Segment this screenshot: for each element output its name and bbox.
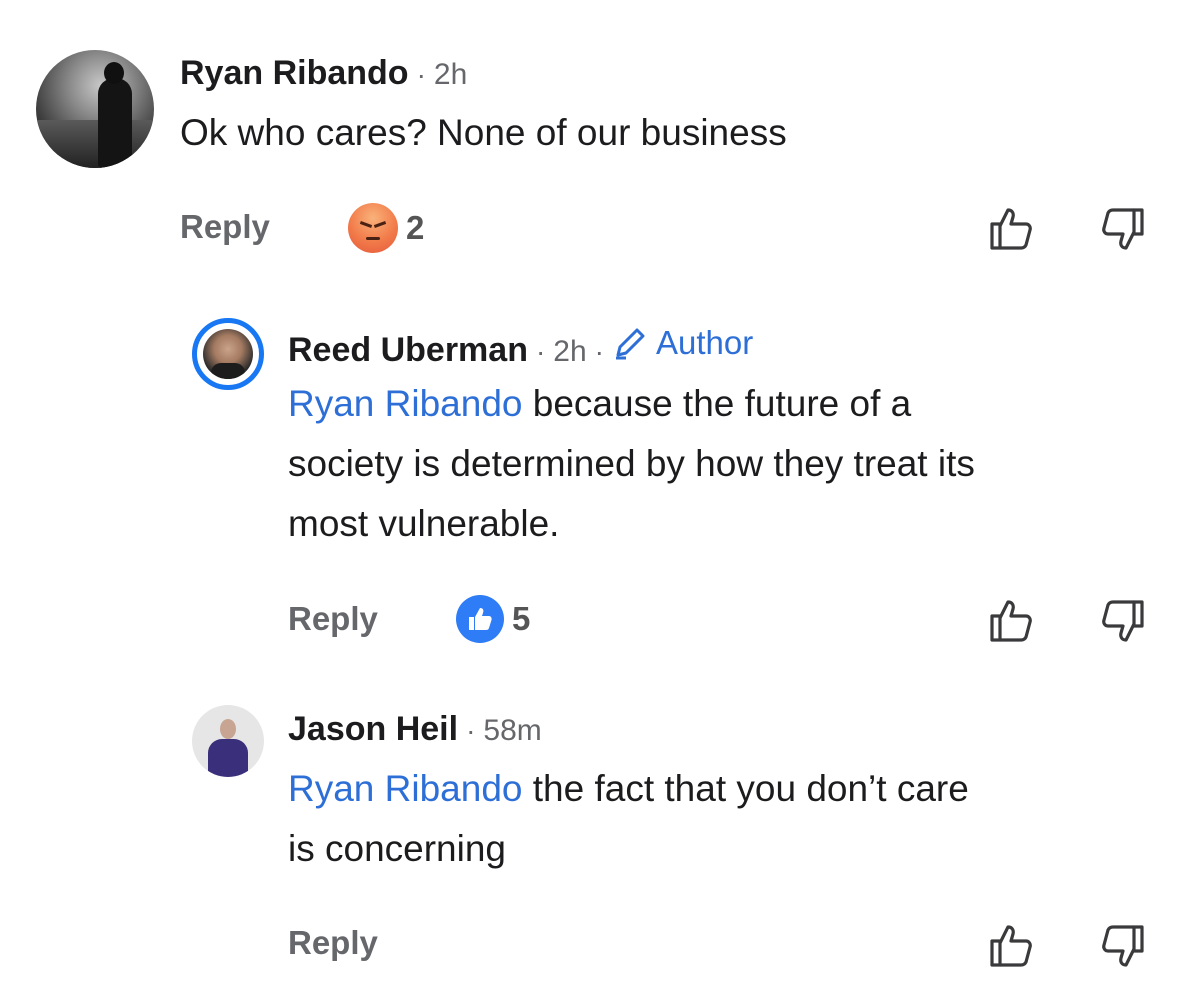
avatar-figure [98, 62, 132, 168]
thumbs-down-icon[interactable] [1100, 923, 1148, 971]
reply-button[interactable]: Reply [180, 208, 270, 246]
avatar-figure [208, 739, 248, 777]
separator: · [594, 336, 604, 367]
pencil-icon [616, 328, 645, 360]
thumbs-up-icon[interactable] [986, 204, 1034, 252]
author-badge: Author [612, 324, 753, 362]
commenter-name[interactable]: Reed Uberman [288, 331, 528, 370]
reaction-count: 5 [512, 600, 531, 637]
comment-line: is concerning [288, 828, 507, 869]
comment-body: Ok who cares? None of our business [180, 112, 787, 153]
avatar[interactable] [36, 50, 154, 168]
reply-button[interactable]: Reply [288, 924, 378, 962]
thumbs-down-icon[interactable] [1100, 206, 1148, 254]
commenter-name[interactable]: Jason Heil [288, 710, 458, 749]
reaction-count: 2 [406, 209, 425, 246]
thumbs-up-icon[interactable] [986, 921, 1034, 969]
comment-text: Ryan Ribando because the future of a soc… [288, 374, 1168, 554]
comment-header: Reed Uberman · 2h · Author [288, 324, 753, 370]
comment-line: Ryan Ribando because the future of a [288, 374, 1168, 434]
reply-button[interactable]: Reply [288, 600, 378, 638]
comment-line: society is determined by how they treat … [288, 443, 975, 484]
comment-timestamp[interactable]: 2h [553, 335, 586, 369]
angry-emoji-icon [348, 203, 398, 253]
separator: · [466, 715, 476, 746]
thumbs-down-icon[interactable] [1100, 598, 1148, 646]
mention-link[interactable]: Ryan Ribando [288, 768, 522, 809]
avatar-head [220, 719, 236, 739]
comment-text: Ok who cares? None of our business [180, 103, 787, 163]
like-reaction-icon [456, 595, 504, 643]
comment-line: most vulnerable. [288, 503, 560, 544]
reaction-summary[interactable]: 5 [456, 595, 530, 643]
avatar-background [36, 120, 154, 168]
thumbs-up-icon[interactable] [986, 596, 1034, 644]
comment-body: the fact that you don’t care [522, 768, 969, 809]
avatar[interactable] [192, 705, 264, 777]
comment-timestamp[interactable]: 58m [483, 714, 541, 748]
comment-line: Ryan Ribando the fact that you don’t car… [288, 759, 1168, 819]
comment-body: because the future of a [522, 383, 912, 424]
avatar[interactable] [203, 329, 253, 379]
separator: · [416, 59, 426, 90]
mention-link[interactable]: Ryan Ribando [288, 383, 522, 424]
comment-timestamp[interactable]: 2h [434, 58, 467, 92]
comment-header: Jason Heil · 58m [288, 710, 542, 749]
separator: · [535, 336, 546, 367]
reaction-summary[interactable]: 2 [348, 203, 424, 253]
comment-header: Ryan Ribando · 2h [180, 54, 467, 93]
comments-thread: Ryan Ribando · 2h Ok who cares? None of … [0, 0, 1200, 990]
author-label: Author [656, 324, 754, 361]
comment-text: Ryan Ribando the fact that you don’t car… [288, 759, 1168, 879]
commenter-name[interactable]: Ryan Ribando [180, 54, 409, 93]
